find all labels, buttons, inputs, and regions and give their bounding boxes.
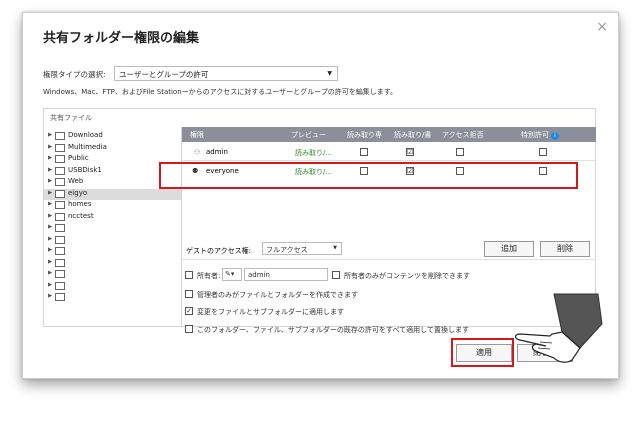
expand-arrow-icon[interactable]: ▶ — [48, 224, 52, 230]
expand-arrow-icon[interactable]: ▶ — [48, 201, 52, 207]
checkbox-apply-subfolders[interactable]: ✓ — [185, 307, 193, 315]
options-divider — [182, 259, 596, 260]
checkbox-special[interactable] — [539, 148, 547, 156]
chevron-down-icon: ▼ — [327, 70, 332, 77]
close-icon[interactable]: × — [596, 19, 608, 35]
checkbox-deny[interactable] — [456, 148, 464, 156]
folder-icon — [55, 270, 65, 278]
row-divider — [182, 160, 596, 161]
expand-arrow-icon[interactable]: ▶ — [48, 270, 52, 276]
guest-access-value: フルアクセス — [266, 246, 308, 254]
remove-button[interactable]: 削除 — [540, 241, 590, 257]
checkbox-owner[interactable] — [185, 271, 193, 279]
tree-item[interactable]: ▶ — [44, 292, 181, 303]
chevron-down-icon: ▼ — [333, 245, 337, 251]
apply-button-highlight — [451, 338, 514, 367]
folder-icon — [55, 178, 65, 186]
expand-arrow-icon[interactable]: ▶ — [48, 155, 52, 161]
guest-access-label: ゲストのアクセス権: — [186, 247, 252, 255]
tree-item[interactable]: ▶ — [44, 246, 181, 257]
permission-type-value: ユーザーとグループの許可 — [119, 70, 209, 79]
folder-icon — [55, 166, 65, 175]
everyone-row-highlight — [159, 162, 578, 189]
tree-item[interactable]: ▶ Multimedia — [44, 143, 181, 154]
expand-arrow-icon[interactable]: ▶ — [48, 144, 52, 150]
tree-item-label: ncctest — [68, 211, 94, 220]
tree-item-label: USBDisk1 — [68, 165, 102, 174]
expand-arrow-icon[interactable]: ▶ — [48, 236, 52, 242]
row-preview: 読み取り/... — [295, 149, 333, 157]
checkbox-owner-only-delete[interactable] — [332, 271, 340, 279]
folder-icon — [55, 235, 65, 244]
screenshot-stage: 共有フォルダー権限の編集 × 権限タイプの選択: ユーザーとグループの許可 ▼ … — [0, 0, 639, 422]
expand-arrow-icon[interactable]: ▶ — [48, 167, 52, 173]
tree-item[interactable]: ▶ Download — [44, 131, 181, 142]
tree-item[interactable]: ▶ — [44, 281, 181, 292]
expand-arrow-icon[interactable]: ▶ — [48, 190, 52, 196]
header-read-write[interactable]: 読み取り/書 — [394, 130, 431, 140]
checkbox-read-only[interactable] — [360, 148, 368, 156]
admin-only-create-label: 管理者のみがファイルとフォルダーを作成できます — [197, 291, 358, 299]
tree-item[interactable]: ▶ eigyo — [44, 188, 181, 200]
checkbox-read-write[interactable]: ☑ — [406, 148, 414, 156]
header-preview[interactable]: プレビュー — [291, 130, 326, 140]
folder-icon — [55, 258, 65, 267]
folder-icon — [55, 247, 65, 255]
tree-item[interactable]: ▶ — [44, 258, 181, 269]
header-permission[interactable]: 権限 — [190, 130, 204, 140]
tree-item[interactable]: ▶ — [44, 269, 181, 280]
description-text: Windows、Mac、FTP、およびFile Stationーからのアクセスに… — [43, 88, 398, 96]
owner-picker-button[interactable]: ✎▾ — [222, 268, 242, 281]
user-icon: ⚇ — [194, 148, 201, 156]
guest-access-select[interactable]: フルアクセス ▼ — [262, 242, 342, 255]
owner-label: 所有者: — [197, 272, 221, 280]
tree-item[interactable]: ▶ — [44, 223, 181, 234]
expand-arrow-icon[interactable]: ▶ — [48, 213, 52, 219]
tree-item-label: Download — [68, 131, 103, 139]
checkbox-replace-all[interactable] — [185, 325, 193, 333]
header-special[interactable]: 特別許可 i — [521, 130, 559, 140]
expand-arrow-icon[interactable]: ▶ — [48, 132, 52, 138]
add-button[interactable]: 追加 — [484, 241, 534, 257]
permission-type-label: 権限タイプの選択: — [43, 70, 106, 79]
header-read-only[interactable]: 読み取り専 — [347, 130, 382, 140]
tree-item[interactable]: ▶ ncctest — [44, 212, 181, 223]
permission-type-select[interactable]: ユーザーとグループの許可 ▼ — [114, 66, 338, 81]
expand-arrow-icon[interactable]: ▶ — [48, 282, 52, 288]
header-deny[interactable]: アクセス拒否 — [442, 130, 484, 140]
tree-item-label: homes — [68, 200, 92, 208]
folder-icon — [55, 293, 65, 301]
expand-arrow-icon[interactable]: ▶ — [48, 247, 52, 253]
tree-item[interactable]: ▶ — [44, 235, 181, 246]
folder-icon — [55, 212, 65, 221]
pointing-hand-icon — [514, 293, 603, 363]
folder-tree: ▶ Download ▶ Multimedia ▶ Public ▶ USBDisk1 ▶ Web… — [44, 127, 182, 327]
owner-only-delete-label: 所有者のみがコンテンツを削除できます — [344, 272, 470, 280]
replace-all-label: このフォルダー、ファイル、サブフォルダーの既存の許可をすべて適用して置換します — [197, 326, 469, 334]
tree-item-label: Public — [68, 154, 89, 162]
folder-icon — [55, 189, 65, 198]
expand-arrow-icon[interactable]: ▶ — [48, 293, 52, 299]
folder-icon — [55, 143, 65, 152]
owner-field[interactable]: admin — [244, 268, 328, 281]
tree-item[interactable]: ▶ homes — [44, 200, 181, 211]
folder-icon — [55, 132, 65, 140]
pencil-icon: ✎▾ — [225, 270, 235, 278]
info-icon[interactable]: i — [551, 132, 559, 140]
tree-item-label: Multimedia — [68, 142, 107, 151]
expand-arrow-icon[interactable]: ▶ — [48, 259, 52, 265]
expand-arrow-icon[interactable]: ▶ — [48, 178, 52, 184]
row-user: admin — [206, 148, 228, 156]
folder-icon — [55, 155, 65, 163]
folder-icon — [55, 224, 65, 232]
panel-title: 共有ファイル — [50, 114, 92, 122]
checkbox-admin-only-create[interactable] — [185, 290, 193, 298]
folder-icon — [55, 281, 65, 290]
tree-item-label: eigyo — [68, 188, 88, 197]
dialog-title: 共有フォルダー権限の編集 — [43, 31, 200, 46]
tree-item-label: Web — [68, 177, 84, 185]
apply-subfolders-label: 変更をファイルとサブフォルダーに適用します — [197, 308, 344, 316]
folder-icon — [55, 201, 65, 209]
grid-header: 権限 プレビュー 読み取り専 読み取り/書 アクセス拒否 特別許可 i — [182, 127, 596, 142]
